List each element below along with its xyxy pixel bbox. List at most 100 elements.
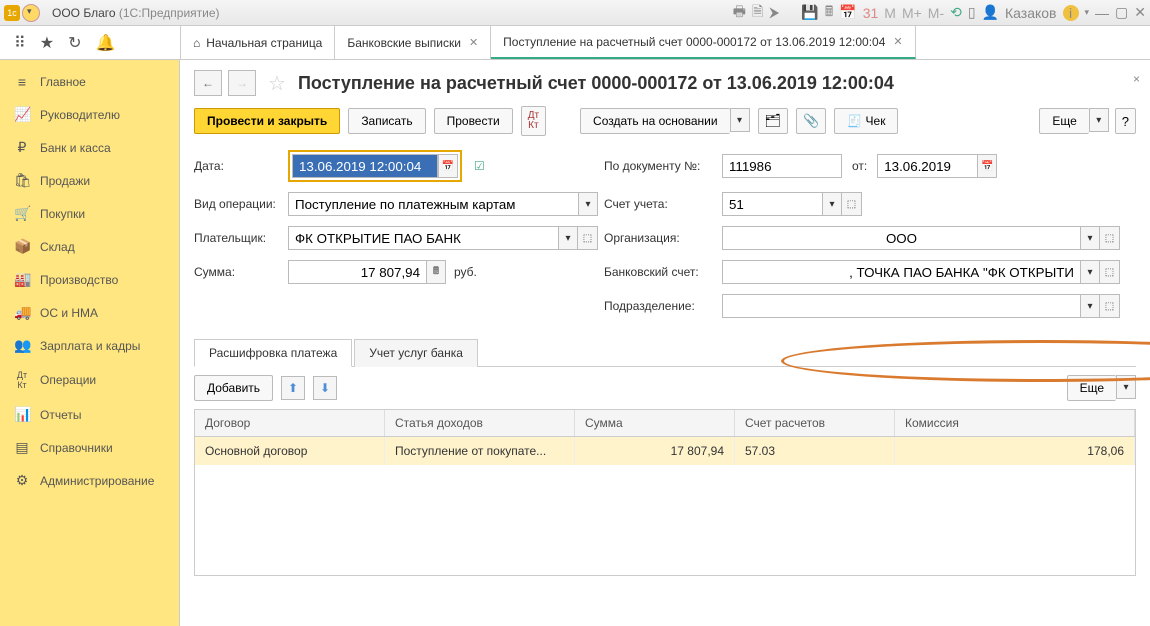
calc-icon[interactable]: 🖩 [426,260,446,284]
info-icon[interactable]: i [1063,5,1079,21]
theme-dropdown-icon[interactable] [22,4,40,22]
col-sum[interactable]: Сумма [575,410,735,436]
subtab-payment-details[interactable]: Расшифровка платежа [194,339,352,367]
cell-income[interactable]: Поступление от покупате... [385,437,575,465]
info-dropdown-icon[interactable]: ▾ [1085,7,1090,18]
doc-no-input[interactable] [722,154,842,178]
tab-home[interactable]: ⌂Начальная страница [180,26,335,59]
op-type-input[interactable] [288,192,578,216]
structure-button[interactable]: 🗂 [758,108,789,134]
dropdown-icon[interactable]: ▾ [822,192,842,216]
history-icon[interactable]: ↻ [68,33,81,53]
close-doc-icon[interactable]: × [1133,72,1140,86]
sidebar-item-catalogs[interactable]: ▤Справочники [0,431,179,464]
doc-date-input[interactable] [877,154,977,178]
back-nav-icon[interactable]: ⟲ [950,4,962,21]
subtab-bank-services[interactable]: Учет услуг банка [354,339,478,367]
col-commission[interactable]: Комиссия [895,410,1135,436]
save-icon[interactable]: 💾 [801,4,818,21]
sidebar-item-manager[interactable]: 📈Руководителю [0,98,179,131]
transactions-button[interactable]: ДтКт [521,106,546,136]
minimize-icon[interactable]: — [1095,5,1109,21]
table-more-button[interactable]: Еще [1067,375,1116,401]
dropdown-icon[interactable]: ▾ [558,226,578,250]
dropdown-icon[interactable]: ▾ [1080,226,1100,250]
open-icon[interactable]: ⬚ [1100,226,1120,250]
move-down-button[interactable]: ⬇ [313,376,337,400]
sidebar-item-sales[interactable]: 🛍Продажи [0,164,179,197]
sidebar-item-main[interactable]: ≡Главное [0,66,179,98]
nav-forward-button[interactable]: → [228,70,256,96]
col-account[interactable]: Счет расчетов [735,410,895,436]
check-button[interactable]: 🧾 Чек [834,108,898,134]
sidebar-item-salary[interactable]: 👥Зарплата и кадры [0,329,179,362]
forward-icon[interactable]: ⮞ [769,4,779,21]
sum-input[interactable] [288,260,426,284]
date-icon[interactable]: 31 [863,5,879,21]
cell-sum[interactable]: 17 807,94 [575,437,735,465]
panel-icon[interactable]: ▯ [968,4,976,21]
star-icon[interactable]: ★ [40,33,54,53]
col-income[interactable]: Статья доходов [385,410,575,436]
cell-account[interactable]: 57.03 [735,437,895,465]
add-row-button[interactable]: Добавить [194,375,273,401]
dropdown-icon[interactable]: ▾ [1089,108,1109,132]
division-input[interactable] [722,294,1080,318]
cell-commission[interactable]: 178,06 [895,437,1135,465]
calendar-picker-icon[interactable]: 📅 [977,154,997,178]
m-plus-icon[interactable]: M+ [902,5,922,21]
dropdown-icon[interactable]: ▾ [1080,294,1100,318]
table-row[interactable]: Основной договор Поступление от покупате… [195,437,1135,465]
sidebar-item-reports[interactable]: 📊Отчеты [0,398,179,431]
bank-acc-input[interactable] [722,260,1080,284]
tab-bank-statements[interactable]: Банковские выписки✕ [335,26,491,59]
date-input[interactable] [292,154,438,178]
sidebar-item-admin[interactable]: ⚙Администрирование [0,464,179,497]
dropdown-icon[interactable]: ▾ [1116,375,1136,399]
tab-receipt-doc[interactable]: Поступление на расчетный счет 0000-00017… [491,26,915,59]
more-button[interactable]: Еще [1039,108,1088,134]
table-empty-area[interactable] [195,465,1135,575]
payer-input[interactable] [288,226,558,250]
sidebar-item-operations[interactable]: ДтКтОперации [0,362,179,398]
bell-icon[interactable]: 🔔 [95,33,115,53]
status-ok-icon[interactable]: ☑ [474,159,485,173]
dropdown-icon[interactable]: ▾ [730,108,750,132]
favorite-star-icon[interactable]: ☆ [268,71,286,96]
calendar-picker-icon[interactable]: 📅 [438,154,458,178]
user-name[interactable]: Казаков [1005,5,1057,21]
col-contract[interactable]: Договор [195,410,385,436]
open-icon[interactable]: ⬚ [1100,294,1120,318]
close-icon[interactable]: ✕ [893,35,902,48]
open-icon[interactable]: ⬚ [578,226,598,250]
open-icon[interactable]: ⬚ [1100,260,1120,284]
m-minus-icon[interactable]: M- [928,5,944,21]
sidebar-item-assets[interactable]: 🚚ОС и НМА [0,296,179,329]
move-up-button[interactable]: ⬆ [281,376,305,400]
save-button[interactable]: Записать [348,108,425,134]
close-window-icon[interactable]: ✕ [1134,4,1146,21]
attach-button[interactable]: 📎 [796,108,826,134]
m-icon[interactable]: M [884,5,896,21]
dropdown-icon[interactable]: ▾ [578,192,598,216]
account-input[interactable] [722,192,822,216]
calc-icon[interactable]: 🖩 [825,1,833,25]
cell-contract[interactable]: Основной договор [195,437,385,465]
apps-icon[interactable]: ⠿ [14,33,26,53]
create-based-button[interactable]: Создать на основании [580,108,730,134]
doc-icon[interactable]: 🗎 [752,1,763,25]
open-icon[interactable]: ⬚ [842,192,862,216]
calendar-icon[interactable]: 📅 [839,4,856,21]
sidebar-item-bank[interactable]: ₽Банк и касса [0,131,179,164]
print-icon[interactable]: 🖶 [733,1,746,25]
maximize-icon[interactable]: ▢ [1115,4,1128,21]
nav-back-button[interactable]: ← [194,70,222,96]
sidebar-item-production[interactable]: 🏭Производство [0,263,179,296]
post-button[interactable]: Провести [434,108,513,134]
post-and-close-button[interactable]: Провести и закрыть [194,108,340,134]
close-icon[interactable]: ✕ [469,36,478,49]
sidebar-item-purchases[interactable]: 🛒Покупки [0,197,179,230]
dropdown-icon[interactable]: ▾ [1080,260,1100,284]
sidebar-item-warehouse[interactable]: 📦Склад [0,230,179,263]
help-button[interactable]: ? [1115,108,1136,134]
